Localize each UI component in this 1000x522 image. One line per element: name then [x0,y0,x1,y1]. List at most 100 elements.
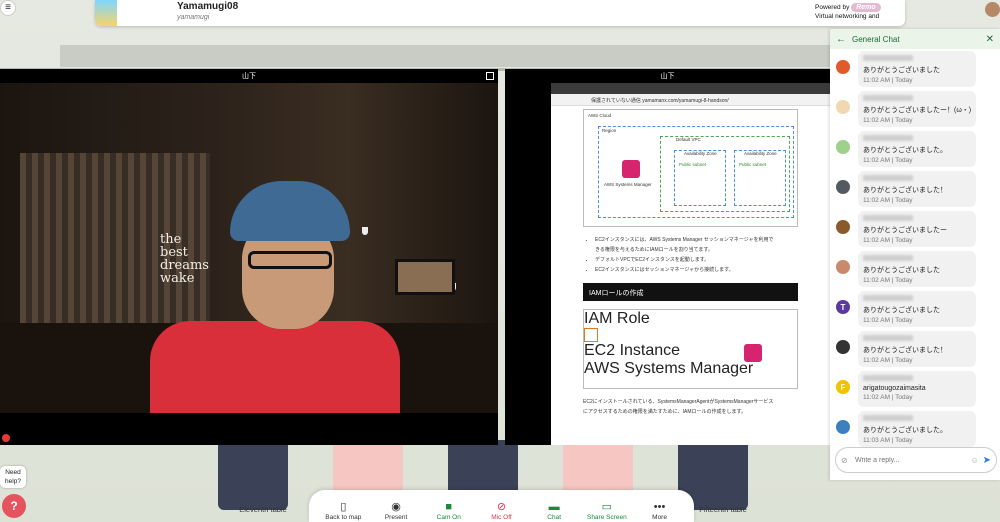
sender-avatar[interactable]: F [836,380,850,394]
chat-message: ありがとうございました 11:02 AM | Today [830,49,1000,89]
message-text: ありがとうございました！ [863,187,947,194]
az-label: Availability Zone [684,151,717,156]
sender-avatar[interactable] [836,220,850,234]
message-bubble: ありがとうございました 11:02 AM | Today [858,51,976,87]
chat-message: ありがとうございました。 11:03 AM | Today [830,409,1000,449]
message-bubble: ありがとうございました。 11:02 AM | Today [858,131,976,167]
powered-tagline: Virtual networking and [815,13,880,20]
message-time: 11:02 AM | Today [863,317,913,324]
message-text: ありがとうございました。 [863,147,947,154]
sender-avatar[interactable] [836,420,850,434]
sender-avatar[interactable] [836,180,850,194]
fullscreen-icon[interactable] [486,72,494,80]
iam-role-label: IAM Role [584,310,650,327]
shared-browser: 保護されていない通信 yamamanx.com/yamamugi-8-hands… [551,83,830,445]
message-text: ありがとうございました [863,67,940,74]
chat-title: General Chat [852,34,900,44]
section-title: IAMロールの作成 [583,283,798,301]
floor-wall [60,45,850,67]
more-button[interactable]: ••• More [636,500,684,521]
message-bubble: ありがとうございましたー 11:02 AM | Today [858,211,976,247]
cam-button[interactable]: ■ Cam On [425,500,473,521]
browser-tabs [551,83,830,94]
camera-icon: ■ [445,501,453,513]
user-avatar[interactable] [985,2,1000,17]
back-to-map-button[interactable]: ▯ Back to map [319,500,367,521]
reply-box[interactable]: ⊘ ☺ ➤ [835,447,997,473]
sender-avatar[interactable] [836,60,850,74]
wall-frame [395,259,455,295]
message-time: 11:02 AM | Today [863,394,913,401]
message-text: ありがとうございましたー！(ω・) [863,107,972,114]
message-bubble: ありがとうございました！ 11:02 AM | Today [858,331,976,367]
sender-name-blurred [863,295,913,301]
message-bubble: ありがとうございました 11:02 AM | Today [858,291,976,327]
sender-avatar[interactable]: T [836,300,850,314]
camera-feed: the best dreams wake [0,83,498,413]
emoji-icon[interactable]: ☺ [970,456,978,465]
sender-avatar[interactable] [836,340,850,354]
bullet-item: EC2インスタンスには、AWS Systems Manager セッションマネー… [595,235,798,255]
sender-avatar[interactable] [836,100,850,114]
reply-input[interactable] [855,456,971,464]
chat-message: ありがとうございました！ 11:02 AM | Today [830,329,1000,369]
chat-messages: ありがとうございました 11:02 AM | Today ありがとうございましたー！… [830,49,1000,449]
screen-share-tile[interactable]: 山下 保護されていない通信 yamamanx.com/yamamugi-8-ha… [505,69,830,445]
room-logo [95,0,117,26]
room-title: Yamamugi08 [177,1,239,12]
help-button[interactable]: ? [2,494,26,518]
chat-message: ありがとうございました。 11:02 AM | Today [830,129,1000,169]
person-glasses [248,251,332,269]
more-icon: ••• [653,501,666,513]
message-text: ありがとうございました！ [863,347,947,354]
chat-button[interactable]: ▬ Chat [530,500,578,521]
region-label: Region [602,128,617,133]
person-hat [230,181,350,241]
vpc-label: Default VPC [676,137,701,142]
sender-name-blurred [863,415,913,421]
bullet-item: デフォルトVPCでEC2インスタンスを起動します。 [595,255,798,265]
chat-message: ありがとうございました 11:02 AM | Today [830,249,1000,289]
message-bubble: ありがとうございました。 11:03 AM | Today [858,411,976,447]
chat-message: T ありがとうございました 11:02 AM | Today [830,289,1000,329]
az-box [734,150,786,206]
subnet-label: Public subnet [679,162,707,167]
close-icon[interactable]: ✕ [986,34,994,45]
participant-person [150,181,400,413]
bottom-toolbar: ▯ Back to map ◉ Present ■ Cam On ⊘ Mic Off ▬… [309,490,694,522]
mic-button[interactable]: ⊘ Mic Off [477,500,525,521]
send-icon[interactable]: ➤ [983,455,991,466]
sender-name-blurred [863,175,913,181]
message-text: arigatougozaimasita [863,385,926,392]
subnet-label: Public subnet [739,162,767,167]
aws-cloud-label: AWS Cloud [588,113,612,118]
sender-avatar[interactable] [836,140,850,154]
sender-name-blurred [863,135,913,141]
share-screen-button[interactable]: ▭ Share Screen [583,500,631,521]
screen-icon: ▭ [601,501,613,513]
message-time: 11:02 AM | Today [863,237,913,244]
table-eleventh[interactable] [218,440,288,510]
present-button[interactable]: ◉ Present [372,500,420,521]
message-bubble: ありがとうございましたー！(ω・) 11:02 AM | Today [858,91,976,127]
sender-avatar[interactable] [836,260,850,274]
message-text: ありがとうございました。 [863,427,947,434]
attach-icon[interactable]: ⊘ [841,456,851,465]
message-time: 11:02 AM | Today [863,197,913,204]
shared-document: AWS Cloud Region Default VPC Availabilit… [583,109,798,417]
chat-message: ありがとうございました！ 11:02 AM | Today [830,169,1000,209]
message-bubble: ありがとうございました 11:02 AM | Today [858,251,976,287]
ec2-label: EC2 Instance [584,342,681,359]
map-icon: ▯ [340,501,347,513]
table-name-eleventh: Eleventh table [239,505,287,514]
need-help-bubble: Need help? [0,466,26,488]
powered-by: Powered by Remo Virtual networking and [815,3,881,21]
message-time: 11:02 AM | Today [863,357,913,364]
room-subtitle: yamamugi [177,14,210,21]
insecure-label: 保護されていない通信 [591,98,641,104]
sender-name-blurred [863,335,913,341]
message-text: ありがとうございましたー [863,227,947,234]
camera-video-tile[interactable]: 山下 the best dreams wake [0,69,498,445]
back-arrow-icon[interactable]: ← [836,34,846,45]
menu-icon[interactable]: ≡ [0,0,16,16]
